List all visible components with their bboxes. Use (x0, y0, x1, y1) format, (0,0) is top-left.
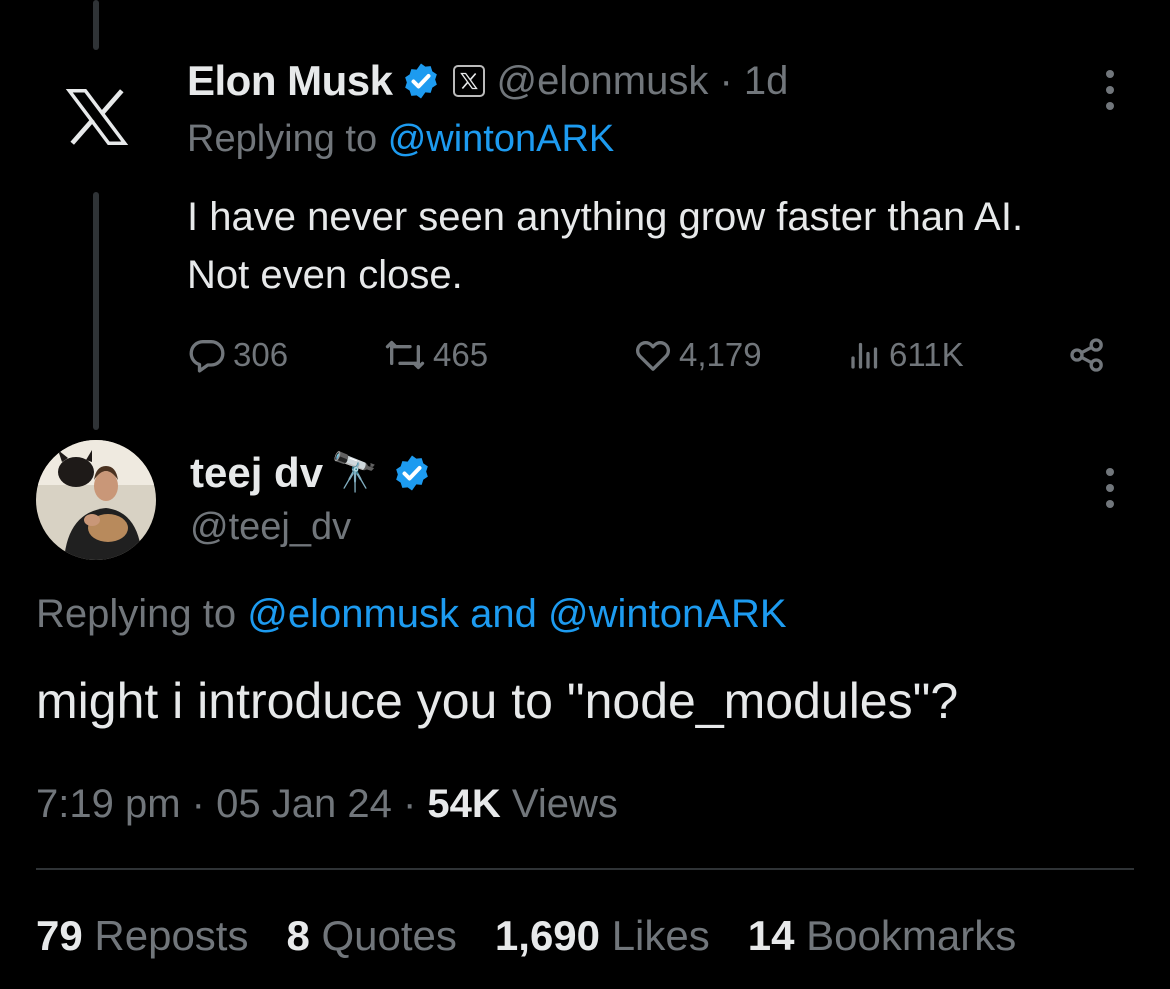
like-icon (636, 341, 670, 371)
like-button[interactable]: 4,179 (633, 330, 762, 380)
reply-icon (189, 340, 225, 373)
mention-link[interactable]: @elonmusk (247, 592, 459, 636)
mention-link[interactable]: @wintonARK (548, 592, 786, 636)
repost-icon (385, 340, 425, 370)
stat-value: 8 (286, 912, 310, 959)
stat-label: Reposts (94, 912, 249, 959)
author-handle[interactable]: @elonmusk · 1d (497, 59, 789, 104)
separator-dot: · (402, 782, 417, 826)
tweet2-body: might i introduce you to "node_modules"? (36, 673, 959, 729)
author-name[interactable]: Elon Musk (187, 57, 393, 105)
replying-and: and (470, 592, 537, 636)
views-count: 611K (889, 336, 964, 373)
action-bar: 306 465 4,179 611K (187, 330, 1117, 380)
verified-badge-icon (404, 63, 437, 99)
like-count: 4,179 (679, 336, 762, 373)
tweet-meta: 7:19 pm · 05 Jan 24 · 54K Views (36, 782, 618, 827)
handle-text: @elonmusk (496, 58, 709, 103)
post-time[interactable]: 7:19 pm (36, 782, 181, 826)
tweet2-header: teej dv 🔭 (190, 446, 432, 500)
stat-quotes[interactable]: 8 Quotes (286, 912, 456, 960)
avatar[interactable] (36, 440, 156, 560)
thread-line-top (93, 0, 99, 50)
verified-badge-icon (396, 455, 429, 491)
x-affiliate-icon[interactable] (452, 65, 485, 97)
tweet1-body-line1: I have never seen anything grow faster t… (187, 195, 1024, 239)
author-handle[interactable]: @teej_dv (190, 506, 351, 549)
post-time: 1d (743, 58, 789, 103)
separator-dot: · (191, 782, 205, 826)
replying-to: Replying to @wintonARK (187, 118, 614, 161)
replying-prefix: Replying to (36, 592, 237, 636)
replying-prefix: Replying to (187, 118, 378, 160)
stat-value: 1,690 (494, 912, 601, 959)
more-icon[interactable] (1090, 62, 1130, 122)
reply-button[interactable]: 306 (187, 330, 288, 380)
tweet1-header: Elon Musk @elonmusk · 1d (187, 54, 788, 108)
stat-label: Bookmarks (806, 912, 1017, 959)
replying-to: Replying to @elonmusk and @wintonARK (36, 592, 787, 637)
views-button[interactable]: 611K (847, 330, 964, 380)
views-icon (851, 342, 878, 369)
stat-value: 79 (36, 912, 83, 959)
engagement-stats: 79 Reposts 8 Quotes 1,690 Likes 14 Bookm… (36, 912, 1054, 960)
tweet1-body: I have never seen anything grow faster t… (187, 188, 1023, 304)
views-label: Views (511, 782, 618, 826)
stat-label: Quotes (321, 912, 457, 959)
reply-count: 306 (233, 336, 289, 373)
stat-bookmarks[interactable]: 14 Bookmarks (748, 912, 1016, 960)
stat-label: Likes (611, 912, 710, 959)
repost-count: 465 (433, 336, 489, 373)
share-button[interactable] (1067, 330, 1113, 380)
divider (36, 868, 1134, 870)
mention-link[interactable]: @wintonARK (388, 118, 615, 160)
x-logo-icon[interactable] (62, 82, 132, 152)
author-name[interactable]: teej dv (190, 449, 323, 497)
more-icon[interactable] (1090, 460, 1130, 520)
repost-button[interactable]: 465 (383, 330, 488, 380)
views-count: 54K (427, 782, 501, 826)
telescope-emoji: 🔭 (331, 452, 379, 494)
tweet1-body-line2: Not even close. (187, 253, 463, 297)
separator-dot: · (719, 58, 733, 103)
stat-value: 14 (747, 912, 795, 959)
share-icon (1070, 338, 1103, 372)
thread-line-bottom (93, 192, 99, 430)
stat-reposts[interactable]: 79 Reposts (36, 912, 248, 960)
stat-likes[interactable]: 1,690 Likes (495, 912, 710, 960)
post-date[interactable]: 05 Jan 24 (216, 782, 392, 826)
